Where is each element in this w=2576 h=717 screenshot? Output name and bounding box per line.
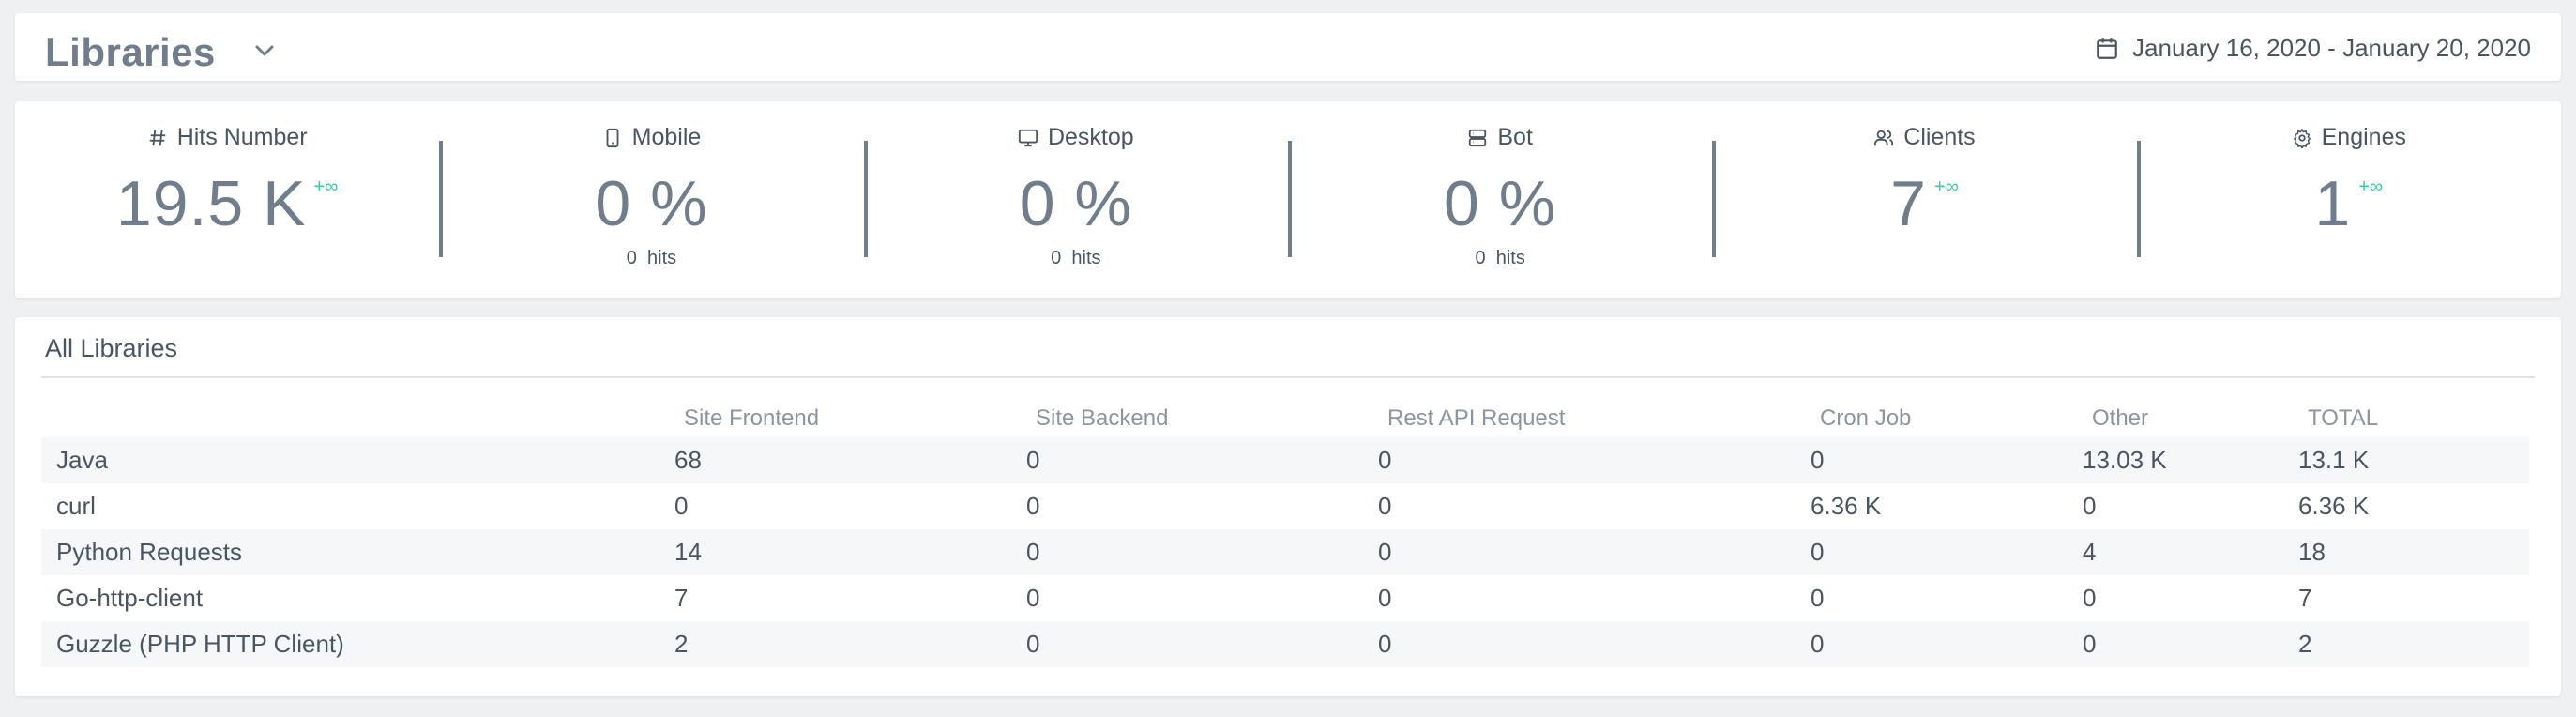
- gear-icon: [2293, 128, 2311, 148]
- table-cell: 7: [2298, 584, 2312, 612]
- stat-value: 7 +∞: [1890, 168, 1959, 239]
- table-cell: 0: [1811, 529, 2083, 575]
- table-cell: 0: [1378, 529, 1811, 575]
- table-cell: 4: [2083, 529, 2298, 575]
- table-cell: 0: [1378, 437, 1811, 483]
- chevron-down-icon[interactable]: [251, 41, 278, 60]
- column-header: Cron Job: [1820, 405, 1912, 431]
- table-cell: 0: [1026, 437, 1378, 483]
- stat-hits-number: Hits Number 19.5 K +∞: [15, 101, 439, 298]
- library-name: curl: [56, 492, 96, 520]
- table-cell: 6.36 K: [1811, 492, 1882, 520]
- table-cell: 0: [1811, 584, 1825, 612]
- column-header: Site Frontend: [684, 405, 820, 431]
- bot-icon: [1469, 129, 1487, 146]
- table-cell: 6.36 K: [2298, 492, 2370, 520]
- table-row: Guzzle (PHP HTTP Client) 2 0 0 0 0 2: [41, 621, 2529, 667]
- table-cell: 0: [1378, 621, 1811, 667]
- table-row: Go-http-client 7 0 0 0 0 7: [41, 575, 2529, 621]
- date-range-label: January 16, 2020 - January 20, 2020: [2132, 34, 2531, 62]
- table-cell: 68: [674, 437, 1026, 483]
- table-row: Python Requests 14 0 0 0 4 18: [41, 529, 2529, 575]
- table-cell: 0: [1026, 621, 1378, 667]
- desktop-icon: [1018, 129, 1038, 146]
- all-libraries-panel: All Libraries Site Frontend Site Backend…: [15, 317, 2561, 696]
- stat-label: Mobile: [439, 124, 863, 151]
- stat-value: 1 +∞: [2314, 168, 2384, 239]
- library-name: Go-http-client: [56, 584, 204, 612]
- table-cell: 0: [1026, 492, 1040, 520]
- table-row: curl 0 0 0 6.36 K 0 6.36 K: [41, 483, 2529, 529]
- stats-panel: Hits Number 19.5 K +∞ Mobile 0 % 0 hits D…: [15, 101, 2561, 298]
- column-header: Site Backend: [1036, 405, 1169, 431]
- table-cell: 0: [1811, 621, 2083, 667]
- stat-hits: 0 hits: [626, 248, 677, 268]
- table-header-row: Site Frontend Site Backend Rest API Requ…: [41, 400, 2529, 437]
- users-icon: [1874, 130, 1894, 145]
- stat-label: Engines: [2137, 124, 2561, 151]
- library-name: Python Requests: [41, 529, 674, 575]
- section-title: All Libraries: [45, 334, 178, 362]
- table-cell: 18: [2298, 529, 2529, 575]
- column-header: Other: [2092, 405, 2149, 431]
- table-cell: 13.03 K: [2083, 437, 2298, 483]
- stat-label: Bot: [1288, 124, 1712, 151]
- libraries-table: Site Frontend Site Backend Rest API Requ…: [41, 400, 2529, 667]
- table-row: Java 68 0 0 0 13.03 K 13.1 K: [41, 437, 2529, 483]
- table-cell: 0: [1026, 529, 1378, 575]
- stat-label: Clients: [1712, 124, 2136, 151]
- table-cell: 0: [2083, 584, 2097, 612]
- stat-desktop: Desktop 0 % 0 hits: [863, 101, 1288, 298]
- trend-indicator: +∞: [1933, 176, 1959, 197]
- mobile-icon: [606, 128, 619, 147]
- table-cell: 0: [674, 492, 689, 520]
- calendar-icon: [2097, 38, 2117, 59]
- stat-engines: Engines 1 +∞: [2136, 101, 2561, 298]
- table-cell: 7: [674, 584, 689, 612]
- table-cell: 2: [674, 621, 1026, 667]
- stat-label: Hits Number: [15, 124, 439, 151]
- table-cell: 0: [1026, 584, 1040, 612]
- table-cell: 13.1 K: [2298, 437, 2529, 483]
- table-cell: 14: [674, 529, 1026, 575]
- stat-mobile: Mobile 0 % 0 hits: [439, 101, 863, 298]
- table-cell: 0: [2083, 621, 2298, 667]
- hash-icon: [149, 130, 165, 145]
- table-cell: 0: [2083, 492, 2097, 520]
- table-cell: 0: [1378, 584, 1392, 612]
- column-header: Rest API Request: [1387, 405, 1566, 431]
- stat-value: 0 %: [1019, 168, 1132, 239]
- column-header: TOTAL: [2308, 405, 2379, 431]
- page-header: Libraries January 16, 2020 - January 20,…: [15, 13, 2561, 81]
- stat-value: 0 %: [595, 168, 708, 239]
- column-header: [41, 400, 674, 437]
- stat-value: 0 %: [1444, 168, 1557, 239]
- table-cell: 2: [2298, 621, 2529, 667]
- library-name: Java: [41, 437, 674, 483]
- page-title[interactable]: Libraries: [45, 30, 216, 75]
- stat-hits: 0 hits: [1475, 248, 1525, 268]
- stat-label: Desktop: [864, 124, 1288, 151]
- date-range-picker[interactable]: January 16, 2020 - January 20, 2020: [2095, 34, 2531, 63]
- stat-value: 19.5 K +∞: [115, 168, 339, 239]
- stat-bot: Bot 0 % 0 hits: [1287, 101, 1712, 298]
- trend-indicator: +∞: [313, 176, 339, 197]
- table-cell: 0: [1378, 492, 1392, 520]
- divider: [41, 376, 2535, 378]
- stat-hits: 0 hits: [1051, 248, 1101, 268]
- trend-indicator: +∞: [2358, 176, 2384, 197]
- library-name: Guzzle (PHP HTTP Client): [41, 621, 674, 667]
- stat-clients: Clients 7 +∞: [1712, 101, 2136, 298]
- table-cell: 0: [1811, 437, 2083, 483]
